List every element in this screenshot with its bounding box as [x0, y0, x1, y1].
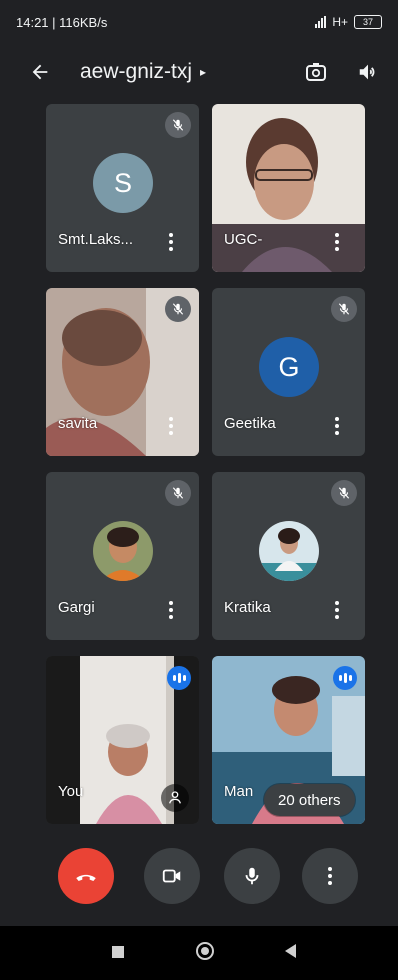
switch-camera-icon [306, 63, 326, 81]
call-controls [0, 848, 398, 908]
mic-icon [245, 867, 259, 885]
avatar [93, 521, 153, 581]
mic-off-icon [331, 480, 357, 506]
status-indicators: H+ 37 [315, 15, 382, 29]
participant-name: Kratika [224, 599, 271, 616]
speaker-button[interactable] [352, 56, 384, 88]
battery-icon: 37 [354, 15, 382, 29]
arrow-left-icon [32, 64, 48, 80]
audio-level-icon [333, 666, 357, 690]
meeting-code: aew-gniz-txj [80, 60, 193, 83]
raise-hand-icon[interactable] [161, 784, 189, 812]
camera-icon [162, 869, 181, 883]
more-vert-icon[interactable] [161, 228, 181, 256]
mic-off-icon [165, 480, 191, 506]
participant-name: Smt.Laks... [58, 231, 134, 248]
participant-name: You [58, 783, 84, 800]
participant-tile[interactable]: S Smt.Laks... [46, 104, 199, 272]
mic-off-icon [165, 296, 191, 322]
audio-level-icon [167, 666, 191, 690]
status-bar: 14:21 | 116KB/s H+ 37 [0, 0, 398, 44]
switch-camera-button[interactable] [300, 56, 332, 88]
participant-tile[interactable]: Kratika [212, 472, 365, 640]
more-vert-icon[interactable] [327, 596, 347, 624]
more-vert-icon[interactable] [327, 228, 347, 256]
more-vert-icon [320, 862, 340, 890]
recents-button[interactable] [112, 946, 124, 958]
signal-icon [315, 16, 327, 28]
participant-tile[interactable]: UGC- [212, 104, 365, 272]
participant-name: savita [58, 415, 98, 432]
network-type: H+ [332, 15, 348, 29]
more-vert-icon[interactable] [327, 412, 347, 440]
participant-name: Gargi [58, 599, 95, 616]
avatar [259, 521, 319, 581]
meeting-header: aew-gniz-txj ▸ [0, 46, 398, 98]
back-nav-button[interactable] [285, 944, 296, 958]
camera-toggle-button[interactable] [144, 848, 200, 904]
participant-name: Geetika [224, 415, 276, 432]
speaker-icon [359, 64, 375, 80]
participant-name: UGC- [224, 231, 263, 248]
end-call-button[interactable] [58, 848, 114, 904]
more-options-button[interactable] [302, 848, 358, 904]
mic-off-icon [331, 296, 357, 322]
participant-tile[interactable]: Gargi [46, 472, 199, 640]
more-vert-icon[interactable] [161, 412, 181, 440]
self-tile[interactable]: You [46, 656, 199, 824]
system-nav-bar [0, 926, 398, 980]
status-time: 14:21 | 116KB/s [16, 14, 108, 30]
meeting-code-button[interactable]: aew-gniz-txj ▸ [80, 60, 206, 84]
avatar: G [259, 337, 319, 397]
participant-tile[interactable]: savita [46, 288, 199, 456]
participant-tile[interactable]: G Geetika [212, 288, 365, 456]
home-button[interactable] [196, 942, 214, 960]
caret-right-icon: ▸ [200, 65, 207, 79]
back-button[interactable] [24, 56, 56, 88]
mic-off-icon [165, 112, 191, 138]
avatar: S [93, 153, 153, 213]
end-call-icon [76, 874, 96, 881]
participant-name: Man [224, 783, 254, 800]
others-count-button[interactable]: 20 others [264, 784, 355, 816]
mic-toggle-button[interactable] [224, 848, 280, 904]
more-vert-icon[interactable] [161, 596, 181, 624]
